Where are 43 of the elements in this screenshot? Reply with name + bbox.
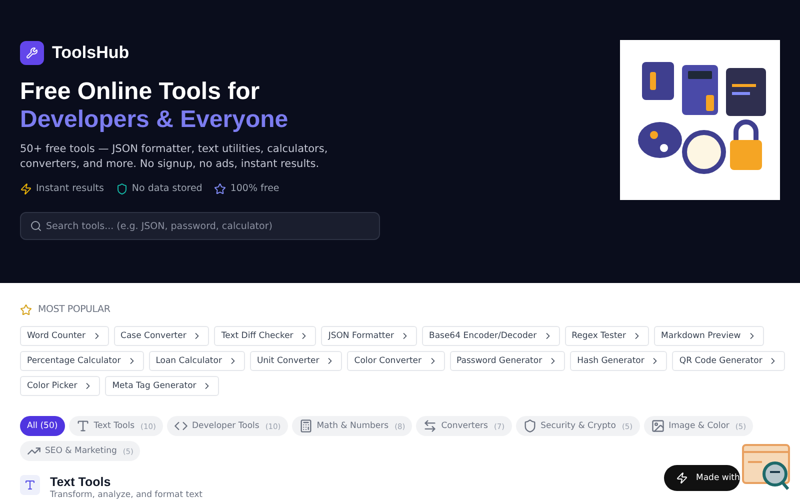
hero-title-highlight: Developers & Everyone [20,106,288,134]
tool-chip[interactable]: Text Diff Checker [214,326,316,346]
section-label: MOST POPULAR [38,303,110,317]
image-icon [650,419,665,434]
tool-chip[interactable]: Word Counter [20,326,109,346]
tool-chip[interactable]: Meta Tag Generator [105,376,220,396]
tool-chip[interactable]: QR Code Generator [672,351,786,372]
tool-chip[interactable]: Base64 Encoder/Decoder [422,326,560,346]
search-icon [30,220,42,232]
hero-description: 50+ free tools — JSON formatter, text utilities, calculators, converters, and more. No signup, no ads, instant results. [20,142,329,172]
feature-label: 100% free [230,182,280,196]
browser-search-icon [742,444,790,490]
star-icon [214,182,226,195]
tool-chip[interactable]: Hash Generator [570,351,668,372]
tool-chip[interactable]: JSON Formatter [321,326,417,346]
tool-chip[interactable]: Unit Converter [250,351,342,372]
text-icon [76,419,90,434]
made-with-badge[interactable]: Made with [664,465,740,491]
search-field[interactable]: Search tools... (e.g. JSON, password, calculator) [20,212,380,240]
feature-label: Instant results [36,182,104,196]
tool-chip[interactable]: Case Converter [114,326,210,346]
shield-icon [116,182,128,195]
star-icon [20,304,32,316]
logo-icon [20,40,44,65]
hero-title: Free Online Tools for [20,78,260,106]
feature-label: No data stored [132,182,202,196]
tool-chip[interactable]: Regex Tester [564,326,650,346]
badge-icon [676,472,688,484]
category-tab[interactable]: All (50) [20,416,65,436]
tool-chip[interactable]: Password Generator [450,351,566,372]
text-icon [20,475,40,496]
tool-chip[interactable]: Percentage Calculator [20,351,144,372]
tool-chip[interactable]: Color Picker [20,376,100,396]
brand-name: ToolsHub [52,42,130,64]
tool-chip[interactable]: Color Converter [347,351,445,372]
category-subtitle: Transform, analyze, and format text [50,489,203,500]
tool-chip[interactable]: Loan Calculator [148,351,245,372]
calculator-icon [298,419,313,434]
arrows-icon [423,419,438,434]
shield-icon [522,419,537,434]
tool-chip[interactable]: Markdown Preview [654,326,764,346]
lightning-icon [20,182,32,195]
category-title: Text Tools [50,475,112,490]
